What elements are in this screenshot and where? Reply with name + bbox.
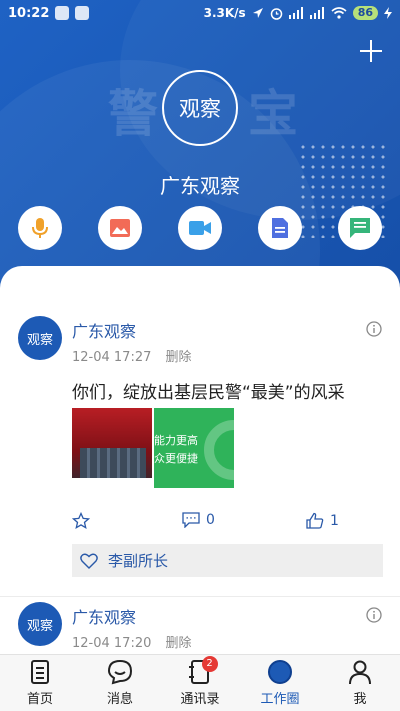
favorite-button[interactable] <box>72 512 90 530</box>
comment-icon <box>182 512 200 528</box>
post-image-caption: 能力更高 <box>154 434 198 447</box>
alarm-icon <box>270 7 282 20</box>
avatar[interactable]: 观察 <box>18 316 62 360</box>
post-image-thumbnail[interactable]: 能力更高 众更便捷 <box>154 408 234 488</box>
org-name: 广东观察 <box>160 174 240 198</box>
app-notification-icon <box>55 6 70 20</box>
post-image-thumbnail[interactable] <box>72 408 152 488</box>
video-post-button[interactable] <box>178 206 222 250</box>
status-right: 3.3K/s 86 <box>204 6 392 20</box>
wifi-icon <box>331 7 347 19</box>
comment-count: 0 <box>206 512 215 528</box>
comment-button[interactable]: 0 <box>182 512 215 528</box>
microphone-icon <box>32 218 48 238</box>
star-icon <box>72 512 90 530</box>
charging-icon <box>384 7 392 19</box>
nav-messages[interactable]: 消息 <box>80 655 160 711</box>
feed-post: 观察 广东观察 12-04 17:27 删除 你们，绽放出基层民警“最美”的风采… <box>0 266 400 596</box>
post-image-figures <box>80 448 146 478</box>
voice-post-button[interactable] <box>18 206 62 250</box>
app-notification-icon <box>75 6 90 20</box>
signal-icon <box>288 7 303 19</box>
like-button[interactable]: 1 <box>306 512 339 530</box>
document-post-button[interactable] <box>258 206 302 250</box>
status-time: 10:22 <box>8 5 50 21</box>
work-circle-feed: 观察 广东观察 12-04 17:27 删除 你们，绽放出基层民警“最美”的风采… <box>0 266 400 654</box>
location-icon <box>252 8 263 18</box>
info-icon[interactable] <box>366 321 382 337</box>
delete-post-link[interactable]: 删除 <box>166 636 192 651</box>
post-time: 12-04 17:27 <box>72 350 152 365</box>
home-document-icon <box>31 660 49 684</box>
status-bar: 10:22 3.3K/s 86 <box>0 0 400 26</box>
message-icon <box>350 218 370 238</box>
quick-action-row <box>18 206 382 250</box>
nav-label: 消息 <box>106 692 133 707</box>
nav-label: 首页 <box>26 692 53 707</box>
person-icon <box>349 660 371 685</box>
unread-badge: 2 <box>201 656 218 672</box>
nav-home[interactable]: 首页 <box>0 655 80 711</box>
post-author[interactable]: 广东观察 <box>72 604 136 628</box>
post-image-grid: 能力更高 众更便捷 <box>72 408 234 488</box>
org-logo: 观察 <box>162 70 238 146</box>
post-image-stage <box>72 478 152 488</box>
thumbs-up-icon <box>306 512 324 529</box>
post-content: 你们，绽放出基层民警“最美”的风采 <box>72 383 345 403</box>
network-speed: 3.3K/s <box>203 6 246 20</box>
watermark-right: 宝 <box>248 85 298 143</box>
battery-indicator: 86 <box>352 6 378 20</box>
watermark-left: 警 <box>108 85 158 143</box>
avatar[interactable]: 观察 <box>18 602 62 646</box>
nav-label: 通讯录 <box>180 692 220 707</box>
nav-label: 工作圈 <box>260 692 300 707</box>
profile-header: 10:22 3.3K/s 86 警 宝 观察 广东观察 <box>0 0 400 300</box>
post-time: 12-04 17:20 <box>72 636 152 651</box>
nav-me[interactable]: 我 <box>320 655 400 711</box>
document-icon <box>272 218 288 238</box>
post-author[interactable]: 广东观察 <box>72 318 136 342</box>
add-post-button[interactable] <box>358 38 384 64</box>
image-post-button[interactable] <box>98 206 142 250</box>
nav-contacts[interactable]: 2 通讯录 <box>160 655 240 711</box>
post-meta: 12-04 17:20 删除 <box>72 632 192 651</box>
work-circle-icon <box>268 660 292 684</box>
like-count: 1 <box>330 513 339 529</box>
video-camera-icon <box>189 221 211 235</box>
image-icon <box>110 219 130 237</box>
post-image-ring <box>204 420 234 480</box>
delete-post-link[interactable]: 删除 <box>166 350 192 365</box>
post-image-caption: 众更便捷 <box>154 452 198 465</box>
signal-icon <box>309 7 324 19</box>
feed-post: 观察 广东观察 12-04 17:20 删除 <box>0 552 400 654</box>
nav-label: 我 <box>353 692 367 707</box>
nav-work-circle[interactable]: 工作圈 <box>240 655 320 711</box>
post-action-bar: 0 1 <box>72 512 368 532</box>
message-bubble-icon <box>107 659 133 685</box>
message-post-button[interactable] <box>338 206 382 250</box>
info-icon[interactable] <box>366 607 382 623</box>
post-meta: 12-04 17:27 删除 <box>72 346 192 365</box>
bottom-navigation: 首页 消息 2 通讯录 工作圈 我 <box>0 654 400 711</box>
